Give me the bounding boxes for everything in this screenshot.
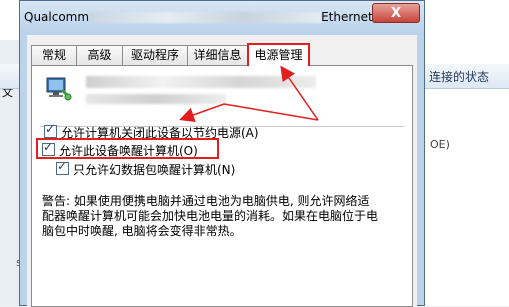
power-management-panel: 允许计算机关闭此设备以节约电源(A) 允许此设备唤醒计算机(O) 只允许幻数据包…	[31, 65, 413, 307]
allow-wake-option[interactable]: 允许此设备唤醒计算机(O)	[42, 140, 198, 159]
background-column-text: OE)	[430, 138, 450, 151]
title-blurred-text	[89, 12, 322, 23]
allow-wake-label: 允许此设备唤醒计算机(O)	[59, 144, 198, 158]
tab-general[interactable]: 常规	[31, 45, 77, 65]
tab-advanced[interactable]: 高级	[76, 45, 123, 65]
allow-power-off-checkbox[interactable]	[44, 122, 57, 138]
warning-text: 警告: 如果使用便携电脑并通过电池为电脑供电, 则允许网络适配器唤醒计算机可能会…	[42, 194, 379, 238]
title-bar: Qualcomm Ethernet... X	[20, 1, 424, 35]
device-detail-blurred	[86, 94, 226, 104]
magic-packet-label: 只允许幻数据包唤醒计算机(N)	[73, 163, 236, 177]
network-adapter-icon	[46, 77, 72, 101]
allow-wake-checkbox[interactable]	[42, 140, 55, 156]
device-name-blurred	[86, 76, 316, 88]
tab-details[interactable]: 详细信息	[187, 45, 248, 65]
tab-driver[interactable]: 驱动程序	[122, 45, 188, 65]
title-prefix: Qualcomm	[24, 10, 90, 24]
dialog-title: Qualcomm Ethernet...	[24, 10, 384, 24]
tab-power-management[interactable]: 电源管理	[247, 43, 310, 66]
magic-packet-option[interactable]: 只允许幻数据包唤醒计算机(N)	[56, 159, 236, 178]
close-icon: X	[390, 6, 402, 21]
properties-dialog: Qualcomm Ethernet... X 常规 高级 驱动程序 详细信息 电源…	[19, 0, 425, 307]
close-button[interactable]: X	[372, 3, 420, 23]
dialog-body: 常规 高级 驱动程序 详细信息 电源管理 允许计算机关闭此设备以节约电源(A)	[27, 35, 417, 307]
magic-packet-checkbox[interactable]	[56, 159, 69, 175]
view-connection-status-button[interactable]: 连接的状态	[429, 68, 489, 85]
